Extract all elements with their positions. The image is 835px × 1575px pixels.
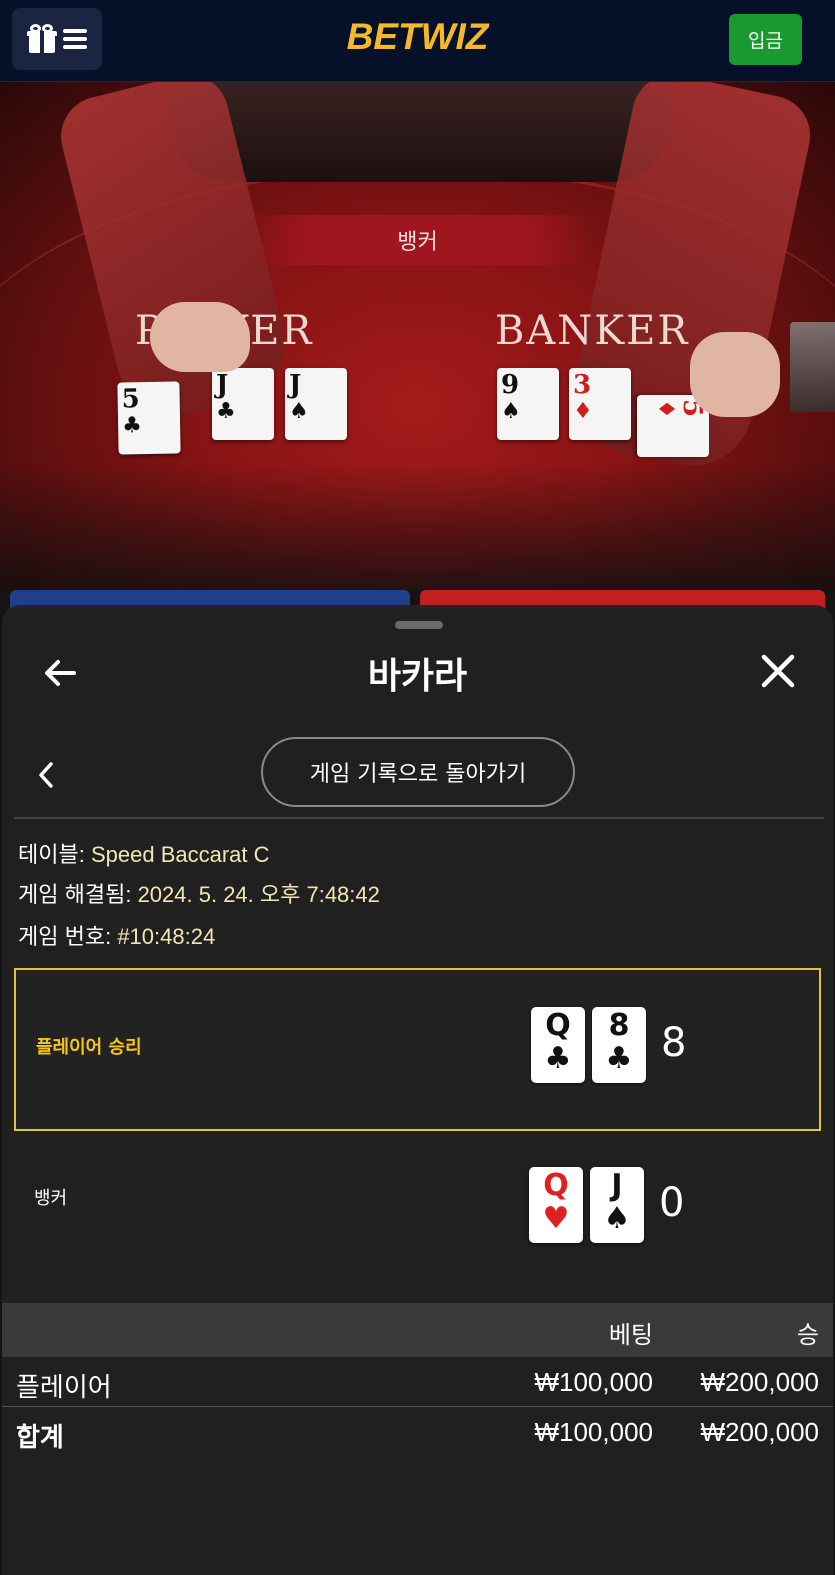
result-row-player: 플레이어 승리 Q ♣ 8 ♣ 8 [14, 968, 821, 1131]
live-video-stream: 뱅커 PLAYER BANKER 5♣ J♣ J♠ 9♠ 3♦ 5♦ [0, 82, 835, 622]
playing-card: J ♠ [590, 1167, 644, 1243]
table-info: 테이블: Speed Baccarat C [18, 842, 270, 867]
video-banker-card: 9 ♠ [497, 368, 559, 440]
result-label: 뱅커 [34, 1188, 68, 1209]
result-label: 플레이어 승리 [36, 1037, 142, 1058]
top-bar: BETWIZ 입금 [0, 0, 835, 82]
column-header-win: 승 [796, 1321, 819, 1349]
bet-table-header: 베팅 승 [2, 1303, 833, 1357]
divider [14, 817, 824, 819]
playing-card: Q ♣ [531, 1007, 585, 1083]
playing-card: Q ♥ [529, 1167, 583, 1243]
sheet-drag-handle[interactable] [395, 621, 443, 629]
game-history-sheet: 바카라 게임 기록으로 돌아가기 테이블: Speed Baccarat C 게… [2, 605, 833, 1575]
table-label-banker: BANKER [495, 308, 690, 354]
video-banker-card: 3 ♦ [569, 368, 631, 440]
hand-score: 8 [661, 1020, 687, 1066]
dealer-figure [170, 82, 670, 182]
result-row-banker: 뱅커 Q ♥ J ♠ 0 [14, 1150, 821, 1285]
chevron-left-icon[interactable] [34, 758, 58, 792]
hand-score: 0 [659, 1180, 685, 1226]
video-player-card: 5 ♣ [117, 381, 181, 455]
video-player-card: J ♣ [212, 368, 274, 440]
card-shoe [790, 322, 835, 412]
brand-logo[interactable]: BETWIZ [0, 16, 835, 58]
table-row: 플레이어 ₩100,000 ₩200,000 [2, 1359, 833, 1407]
back-to-history-button[interactable]: 게임 기록으로 돌아가기 [261, 737, 575, 807]
close-icon[interactable] [758, 651, 798, 691]
video-player-card: J ♠ [285, 368, 347, 440]
playing-card: 8 ♣ [592, 1007, 646, 1083]
deposit-button[interactable]: 입금 [729, 14, 802, 65]
table-row-total: 합계 ₩100,000 ₩200,000 [16, 1417, 819, 1452]
game-number-info: 게임 번호: #10:48:24 [18, 924, 216, 949]
sheet-title: 바카라 [367, 656, 468, 697]
column-header-bet: 베팅 [608, 1321, 653, 1349]
result-banner: 뱅커 [245, 215, 590, 265]
resolved-info: 게임 해결됨: 2024. 5. 24. 오후 7:48:42 [18, 882, 380, 907]
